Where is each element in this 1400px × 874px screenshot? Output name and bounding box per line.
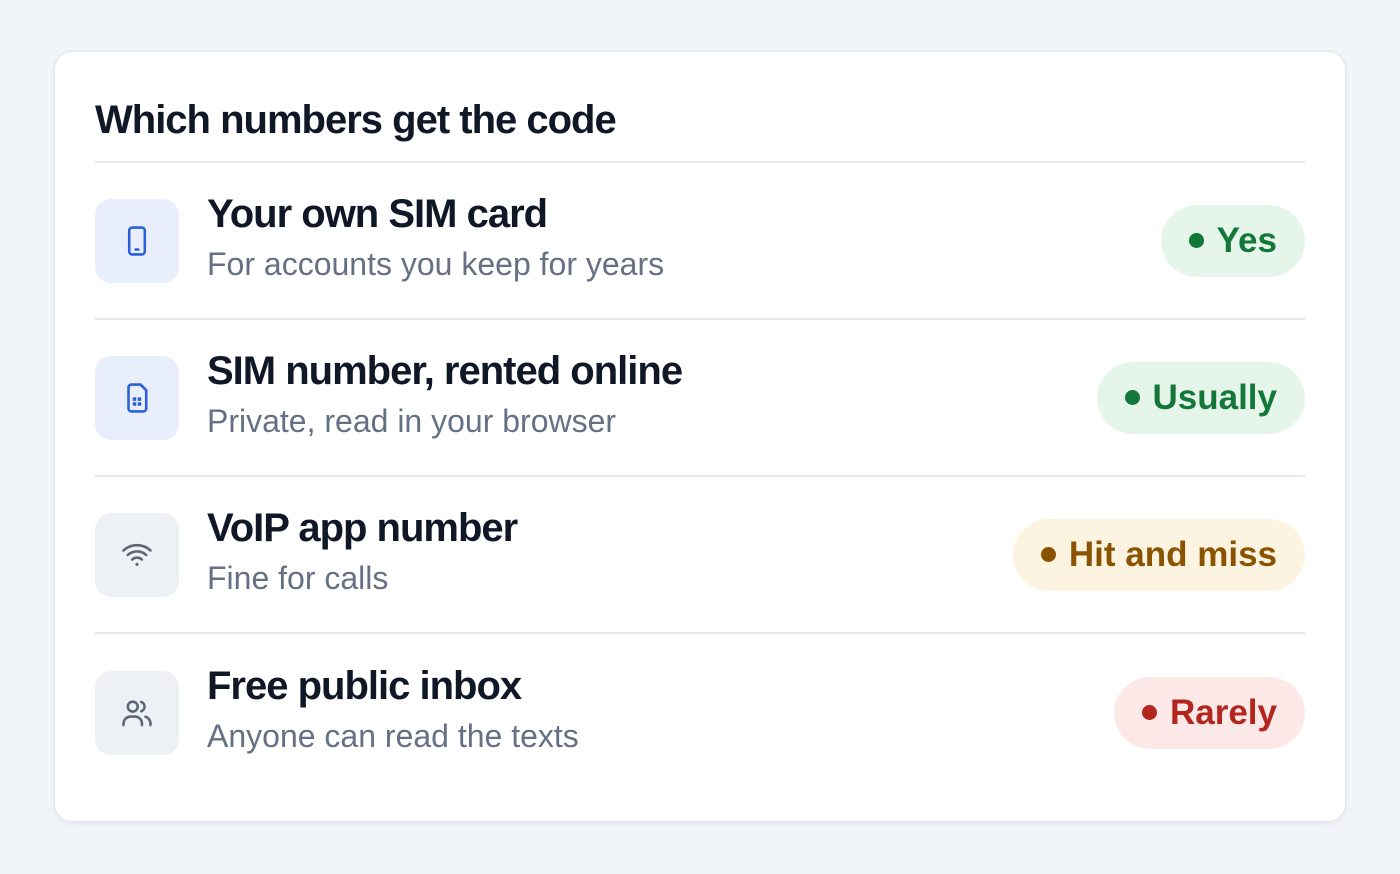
- list-item-voip: VoIP app number Fine for calls Hit and m…: [95, 477, 1305, 634]
- row-subtitle: Fine for calls: [207, 559, 389, 596]
- card-title: Which numbers get the code: [95, 52, 1305, 163]
- status-badge-label: Yes: [1216, 220, 1277, 260]
- numbers-card: Which numbers get the code Your own SIM …: [54, 51, 1346, 822]
- smartphone-icon: [95, 198, 179, 283]
- users-icon: [95, 670, 179, 755]
- row-text: VoIP app number Fine for calls: [207, 504, 1013, 598]
- row-subtitle: Anyone can read the texts: [207, 717, 579, 754]
- row-text: SIM number, rented online Private, read …: [207, 347, 1097, 441]
- row-subtitle: Private, read in your browser: [207, 402, 617, 439]
- row-text: Free public inbox Anyone can read the te…: [207, 662, 1114, 756]
- status-badge: Usually: [1096, 361, 1305, 434]
- row-subtitle: For accounts you keep for years: [207, 245, 665, 282]
- status-badge: Hit and miss: [1012, 518, 1305, 591]
- sim-card-icon: [95, 355, 179, 440]
- status-badge: Rarely: [1113, 676, 1305, 749]
- list-item-public-inbox: Free public inbox Anyone can read the te…: [95, 634, 1305, 791]
- row-text: Your own SIM card For accounts you keep …: [207, 190, 1161, 284]
- status-dot: [1124, 390, 1140, 405]
- wifi-icon: [95, 512, 179, 597]
- status-dot: [1188, 233, 1204, 248]
- row-title: SIM number, rented online: [207, 348, 683, 393]
- row-title: Your own SIM card: [207, 191, 548, 236]
- list-item-own-sim: Your own SIM card For accounts you keep …: [95, 163, 1305, 320]
- status-badge: Yes: [1160, 204, 1305, 277]
- status-dot: [1040, 547, 1056, 562]
- status-dot: [1141, 705, 1157, 720]
- row-title: VoIP app number: [207, 505, 518, 550]
- status-badge-label: Hit and miss: [1068, 534, 1277, 574]
- list-item-rented-sim: SIM number, rented online Private, read …: [95, 320, 1305, 477]
- status-badge-label: Rarely: [1169, 692, 1277, 732]
- status-badge-label: Usually: [1152, 377, 1278, 417]
- row-title: Free public inbox: [207, 663, 522, 708]
